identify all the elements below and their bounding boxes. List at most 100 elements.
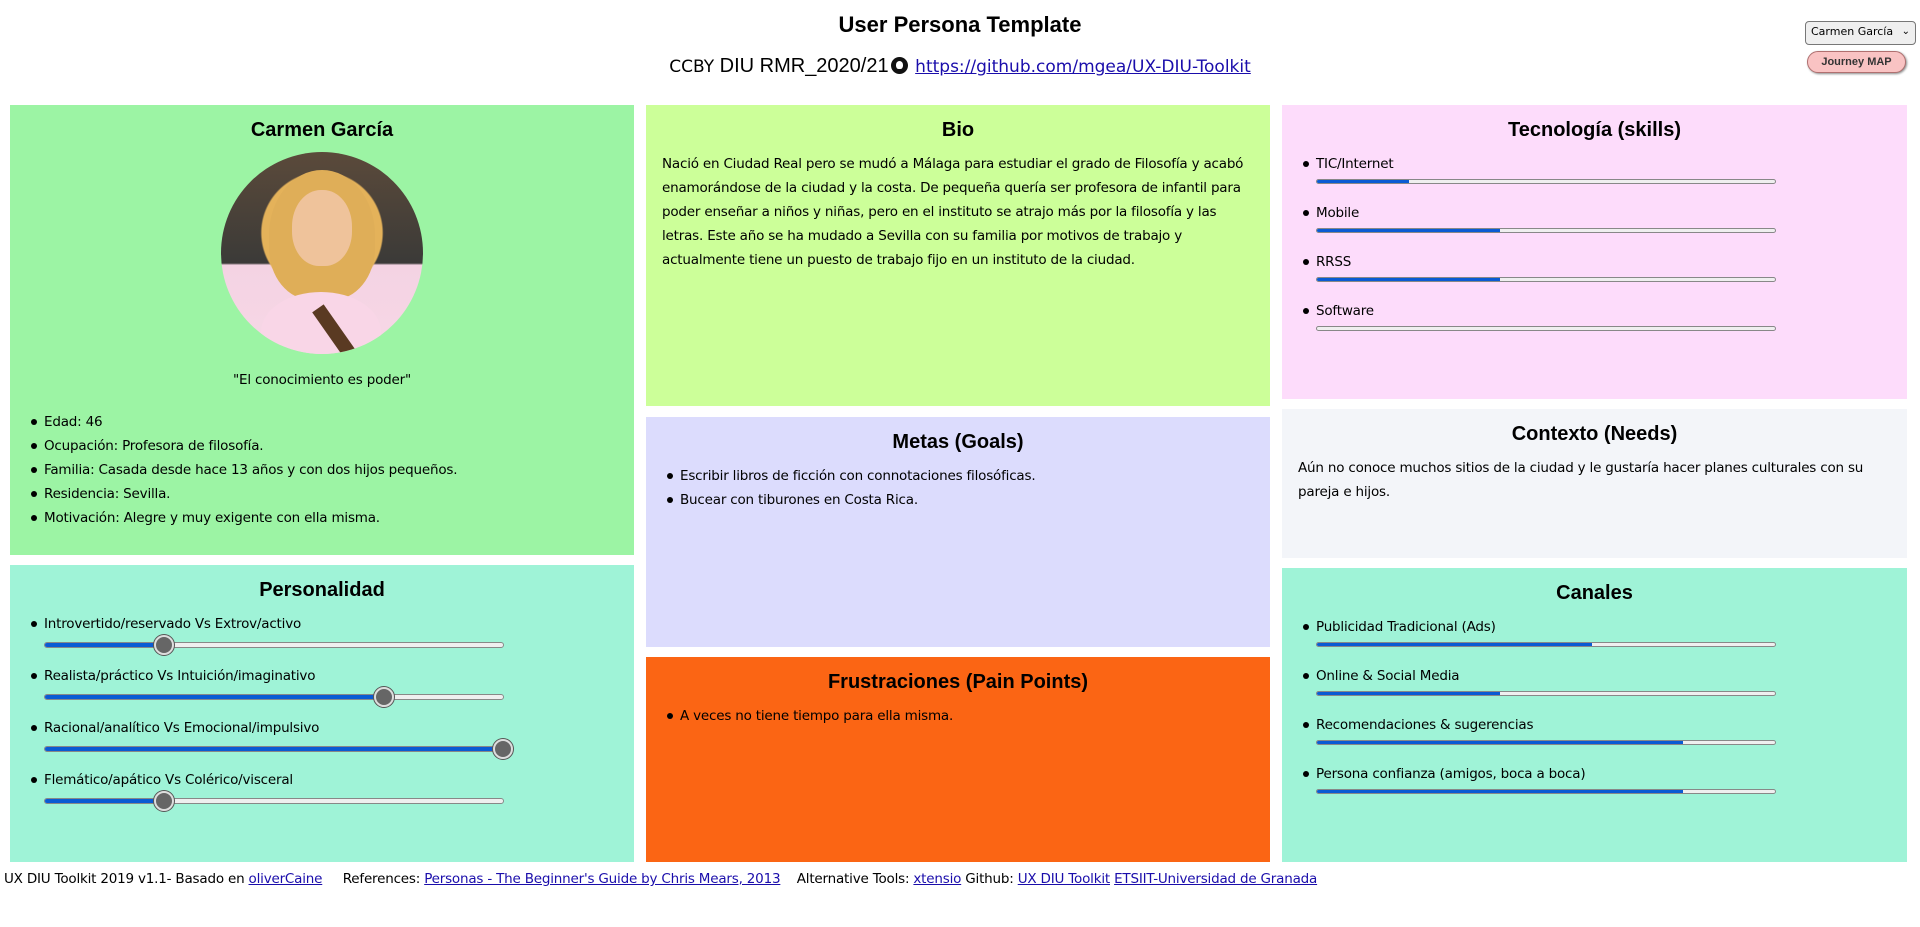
skill-meter: [1316, 228, 1776, 233]
channel-meter-fill: [1317, 692, 1501, 695]
detail-family: Familia: Casada desde hace 13 años y con…: [26, 458, 618, 482]
trait-slider[interactable]: [44, 791, 504, 811]
channel-item: Persona confianza (amigos, boca a boca): [1298, 762, 1891, 794]
footer-references-link[interactable]: Personas - The Beginner's Guide by Chris…: [424, 871, 780, 887]
persona-select[interactable]: Carmen García ⌄: [1805, 21, 1916, 45]
channels-list: Publicidad Tradicional (Ads) Online & So…: [1298, 615, 1891, 794]
footer-alt-tools-link[interactable]: xtensio: [913, 871, 961, 887]
context-card: Contexto (Needs) Aún no conoce muchos si…: [1282, 409, 1907, 558]
channel-meter-fill: [1317, 741, 1684, 744]
channel-meter: [1316, 642, 1776, 647]
skill-label: TIC/Internet: [1316, 156, 1394, 172]
page-footer: UX DIU Toolkit 2019 v1.1- Basado en oliv…: [4, 871, 1317, 887]
profile-card: Carmen García "El conocimiento es poder"…: [10, 105, 634, 555]
avatar: [221, 152, 423, 354]
channel-label: Persona confianza (amigos, boca a boca): [1316, 766, 1586, 782]
trait-slider-fill: [45, 747, 503, 751]
profile-details-list: Edad: 46 Ocupación: Profesora de filosof…: [26, 410, 618, 530]
channels-title: Canales: [1556, 582, 1633, 604]
context-title: Contexto (Needs): [1511, 423, 1678, 445]
trait-slider-fill: [45, 643, 165, 647]
frustration-item: A veces no tiene tiempo para ella misma.: [662, 704, 1254, 728]
footer-github-link[interactable]: UX DIU Toolkit: [1018, 871, 1110, 887]
trait-slider[interactable]: [44, 687, 504, 707]
trait-label: Flemático/apático Vs Colérico/visceral: [44, 772, 293, 788]
detail-occupation: Ocupación: Profesora de filosofía.: [26, 434, 618, 458]
footer-prefix: UX DIU Toolkit 2019 v1.1- Basado en: [4, 871, 245, 887]
trait-item: Flemático/apático Vs Colérico/visceral: [26, 768, 618, 811]
channel-item: Online & Social Media: [1298, 664, 1891, 696]
trait-label: Racional/analítico Vs Emocional/impulsiv…: [44, 720, 320, 736]
skill-item: Software: [1298, 299, 1891, 331]
bio-card: Bio Nació en Ciudad Real pero se mudó a …: [646, 105, 1270, 406]
technology-title: Tecnología (skills): [1508, 119, 1681, 141]
trait-slider-thumb[interactable]: [373, 687, 394, 707]
skill-label: Mobile: [1316, 205, 1360, 221]
trait-slider-fill: [45, 799, 165, 803]
skills-list: TIC/Internet Mobile RRSS Software: [1298, 152, 1891, 331]
persona-name: Carmen García: [250, 119, 394, 141]
context-text: Aún no conoce muchos sitios de la ciudad…: [1298, 460, 1864, 500]
bio-title: Bio: [941, 119, 975, 141]
frustrations-title: Frustraciones (Pain Points): [827, 671, 1089, 693]
trait-label: Introvertido/reservado Vs Extrov/activo: [44, 616, 302, 632]
channel-label: Publicidad Tradicional (Ads): [1316, 619, 1496, 635]
channel-meter: [1316, 691, 1776, 696]
frustrations-list: A veces no tiene tiempo para ella misma.: [662, 704, 1254, 728]
skill-meter-fill: [1317, 180, 1409, 183]
goals-card: Metas (Goals) Escribir libros de ficción…: [646, 417, 1270, 647]
trait-slider-fill: [45, 695, 384, 699]
skill-meter: [1316, 326, 1776, 331]
skill-meter: [1316, 179, 1776, 184]
technology-card: Tecnología (skills) TIC/Internet Mobile …: [1282, 105, 1907, 399]
skill-item: TIC/Internet: [1298, 152, 1891, 184]
channel-label: Online & Social Media: [1316, 668, 1460, 684]
trait-label: Realista/práctico Vs Intuición/imaginati…: [44, 668, 316, 684]
trait-item: Introvertido/reservado Vs Extrov/activo: [26, 612, 618, 655]
channel-meter: [1316, 789, 1776, 794]
channel-label: Recomendaciones & sugerencias: [1316, 717, 1534, 733]
trait-slider[interactable]: [44, 739, 513, 759]
traits-list: Introvertido/reservado Vs Extrov/activo …: [26, 612, 618, 811]
goal-item: Bucear con tiburones en Costa Rica.: [662, 488, 1254, 512]
github-icon: [890, 57, 908, 74]
skill-item: Mobile: [1298, 201, 1891, 233]
channel-meter: [1316, 740, 1776, 745]
trait-item: Racional/analítico Vs Emocional/impulsiv…: [26, 716, 618, 759]
trait-slider-thumb[interactable]: [154, 791, 175, 811]
page-title: User Persona Template: [838, 12, 1082, 37]
bio-text: Nació en Ciudad Real pero se mudó a Mála…: [662, 156, 1244, 268]
skill-label: Software: [1316, 303, 1374, 319]
skill-meter-fill: [1317, 278, 1501, 281]
course-label: DIU RMR_2020/21: [719, 55, 889, 77]
personality-title: Personalidad: [259, 579, 385, 601]
trait-slider-thumb[interactable]: [154, 635, 175, 655]
personality-card: Personalidad Introvertido/reservado Vs E…: [10, 565, 634, 862]
trait-item: Realista/práctico Vs Intuición/imaginati…: [26, 664, 618, 707]
footer-based-link[interactable]: oliverCaine: [249, 871, 323, 887]
trait-slider-thumb[interactable]: [493, 739, 513, 759]
channel-item: Recomendaciones & sugerencias: [1298, 713, 1891, 745]
goals-title: Metas (Goals): [892, 431, 1024, 453]
journey-map-button[interactable]: Journey MAP: [1807, 51, 1906, 73]
channel-meter-fill: [1317, 643, 1592, 646]
frustrations-card: Frustraciones (Pain Points) A veces no t…: [646, 657, 1270, 862]
persona-quote: "El conocimiento es poder": [233, 372, 411, 388]
skill-label: RRSS: [1316, 254, 1352, 270]
skill-meter: [1316, 277, 1776, 282]
channel-item: Publicidad Tradicional (Ads): [1298, 615, 1891, 647]
chevron-down-icon: ⌄: [1901, 26, 1910, 37]
avatar-face: [292, 190, 352, 266]
channels-card: Canales Publicidad Tradicional (Ads) Onl…: [1282, 568, 1907, 862]
trait-slider[interactable]: [44, 635, 504, 655]
page-header: User Persona Template CCBY DIU RMR_2020/…: [0, 0, 1920, 104]
goal-item: Escribir libros de ficción con connotaci…: [662, 464, 1254, 488]
repo-link[interactable]: https://github.com/mgea/UX-DIU-Toolkit: [915, 57, 1251, 77]
footer-references-label: References:: [342, 871, 421, 887]
goals-list: Escribir libros de ficción con connotaci…: [662, 464, 1254, 512]
detail-residence: Residencia: Sevilla.: [26, 482, 618, 506]
license-label: CCBY: [669, 57, 715, 77]
skill-item: RRSS: [1298, 250, 1891, 282]
persona-select-value: Carmen García: [1811, 25, 1894, 38]
footer-university-link[interactable]: ETSIIT-Universidad de Granada: [1114, 871, 1317, 887]
